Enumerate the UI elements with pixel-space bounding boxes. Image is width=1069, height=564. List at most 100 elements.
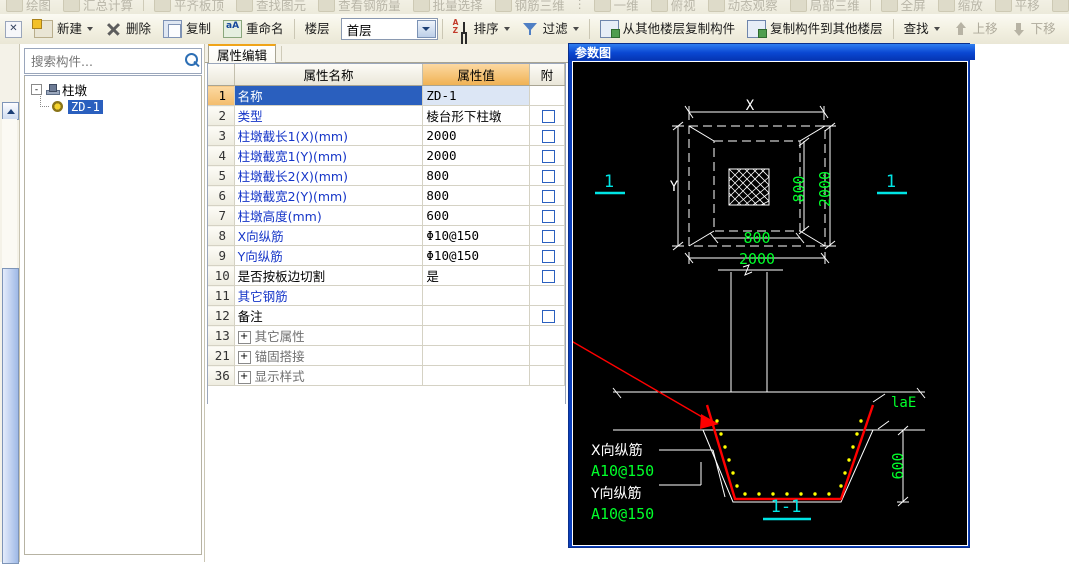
table-row[interactable]: 21 + 锚固搭接 xyxy=(208,345,565,366)
attach-checkbox[interactable] xyxy=(541,230,555,243)
group-expand-icon[interactable]: + xyxy=(237,371,251,384)
attach-cell[interactable] xyxy=(529,365,565,386)
tree-node-pier[interactable]: - 柱墩 xyxy=(25,81,201,98)
attach-checkbox[interactable] xyxy=(541,310,555,323)
row-index-cell[interactable]: 8 xyxy=(208,225,235,246)
toolbar-item-dynamic-observe[interactable]: 动态观察 xyxy=(702,0,784,14)
table-row[interactable]: 36 + 显示样式 xyxy=(208,365,565,386)
property-value-cell[interactable] xyxy=(422,305,530,326)
table-row[interactable]: 11 其它钢筋 xyxy=(208,285,565,306)
search-component-box[interactable] xyxy=(24,48,202,74)
row-index-cell[interactable]: 36 xyxy=(208,365,235,386)
attach-cell[interactable] xyxy=(529,325,565,346)
attach-checkbox[interactable] xyxy=(541,130,555,143)
attach-cell[interactable] xyxy=(529,245,565,266)
rename-component-button[interactable]: 重命名 xyxy=(217,17,290,41)
property-value-cell[interactable]: 800 xyxy=(422,185,530,206)
attach-checkbox[interactable] xyxy=(541,150,555,163)
property-name-cell[interactable]: 柱墩高度(mm) xyxy=(234,205,424,226)
row-index-cell[interactable]: 3 xyxy=(208,125,235,146)
group-expand-icon[interactable]: + xyxy=(237,351,251,364)
diagram-canvas[interactable]: X Y 800 2000 800 2000 1 1 600 laE X向纵筋 A… xyxy=(572,61,968,546)
tree-node-zd1[interactable]: ZD-1 xyxy=(25,96,201,115)
row-index-cell[interactable]: 4 xyxy=(208,145,235,166)
row-index-cell[interactable]: 7 xyxy=(208,205,235,226)
table-row[interactable]: 3 柱墩截长1(X)(mm) 2000 xyxy=(208,125,565,146)
toolbar-item-view-rebar-qty[interactable]: 查看钢筋量 xyxy=(312,0,407,14)
table-row[interactable]: 7 柱墩高度(mm) 600 xyxy=(208,205,565,226)
toolbar-item-screen-rotate[interactable]: 屏幕旋转 xyxy=(1046,0,1069,14)
toolbar-item-draw[interactable]: 绘图 xyxy=(0,0,57,14)
copy-from-other-floor-button[interactable]: 从其他楼层复制构件 xyxy=(594,17,742,41)
attach-cell[interactable] xyxy=(529,145,565,166)
scrollbar-thumb[interactable] xyxy=(2,268,19,564)
col-header-value[interactable]: 属性值 xyxy=(422,64,530,86)
table-row[interactable]: 4 柱墩截宽1(Y)(mm) 2000 xyxy=(208,145,565,166)
property-name-cell[interactable]: + 锚固搭接 xyxy=(234,345,424,366)
attach-checkbox[interactable] xyxy=(541,170,555,183)
col-header-name[interactable]: 属性名称 xyxy=(234,64,424,86)
left-vertical-scrollbar[interactable] xyxy=(0,44,20,564)
property-value-cell[interactable] xyxy=(422,285,530,306)
toolbar-item-top-view[interactable]: 俯视 xyxy=(645,0,702,14)
table-row[interactable]: 8 X向纵筋 Φ10@150 xyxy=(208,225,565,246)
property-name-cell[interactable]: 备注 xyxy=(234,305,424,326)
tree-expander-icon[interactable]: - xyxy=(31,84,42,95)
toolbar-item-batch-select[interactable]: 批量选择 xyxy=(407,0,489,14)
row-index-cell[interactable]: 5 xyxy=(208,165,235,186)
toolbar-item-fullscreen[interactable]: 全屏 xyxy=(875,0,932,14)
row-index-cell[interactable]: 6 xyxy=(208,185,235,206)
property-name-cell[interactable]: + 显示样式 xyxy=(234,365,424,386)
row-index-cell[interactable]: 10 xyxy=(208,265,235,286)
property-value-cell[interactable]: 棱台形下柱墩 xyxy=(422,105,530,126)
attach-cell[interactable] xyxy=(529,165,565,186)
table-row[interactable]: 10 是否按板边切割是 xyxy=(208,265,565,286)
property-name-cell[interactable]: 柱墩截长2(X)(mm) xyxy=(234,165,424,186)
row-index-cell[interactable]: 1 xyxy=(208,85,235,106)
diagram-title-bar[interactable]: 参数图 xyxy=(569,44,975,60)
new-component-button[interactable]: 新建 xyxy=(28,17,99,41)
search-input[interactable] xyxy=(29,50,181,72)
property-value-cell[interactable]: 2000 xyxy=(422,125,530,146)
attach-cell[interactable] xyxy=(529,225,565,246)
attach-cell[interactable] xyxy=(529,305,565,326)
attach-cell[interactable] xyxy=(529,105,565,126)
col-header-attach[interactable]: 附 xyxy=(529,64,565,86)
attach-cell[interactable] xyxy=(529,205,565,226)
search-icon[interactable] xyxy=(181,50,203,72)
property-name-cell[interactable]: Y向纵筋 xyxy=(234,245,424,266)
table-row[interactable]: 2 类型 棱台形下柱墩 xyxy=(208,105,565,126)
property-value-cell[interactable]: Φ10@150 xyxy=(422,225,530,246)
scroll-up-button[interactable] xyxy=(2,102,19,120)
attach-cell[interactable] xyxy=(529,125,565,146)
component-tree[interactable]: - 柱墩 ZD-1 xyxy=(24,75,202,555)
toolbar-item-find-element[interactable]: 查找图元 xyxy=(230,0,312,14)
property-value-cell[interactable]: 2000 xyxy=(422,145,530,166)
attach-cell[interactable] xyxy=(529,265,565,286)
close-panel-button[interactable]: ✕ xyxy=(5,20,22,38)
property-name-cell[interactable]: + 其它属性 xyxy=(234,325,424,346)
col-header-index[interactable] xyxy=(208,64,235,86)
table-row[interactable]: 12 备注 xyxy=(208,305,565,326)
table-row[interactable]: 9 Y向纵筋 Φ10@150 xyxy=(208,245,565,266)
property-name-cell[interactable]: 类型 xyxy=(234,105,424,126)
property-value-cell[interactable] xyxy=(422,365,530,386)
property-name-cell[interactable]: 其它钢筋 xyxy=(234,285,424,306)
toolbar-item-pan[interactable]: 平移 xyxy=(989,0,1046,14)
attach-cell[interactable] xyxy=(529,185,565,206)
copy-component-button[interactable]: 复制 xyxy=(157,17,217,41)
property-value-cell[interactable]: 600 xyxy=(422,205,530,226)
sort-button[interactable]: 排序 xyxy=(447,17,516,41)
attach-checkbox[interactable] xyxy=(541,210,555,223)
table-row[interactable]: 13 + 其它属性 xyxy=(208,325,565,346)
floor-select-chevron[interactable] xyxy=(416,20,436,38)
attach-checkbox[interactable] xyxy=(541,270,555,283)
row-index-cell[interactable]: 11 xyxy=(208,285,235,306)
property-value-cell[interactable]: 是 xyxy=(422,265,530,286)
move-up-button[interactable]: 上移 xyxy=(946,17,1004,41)
attach-cell[interactable] xyxy=(529,285,565,306)
toolbar-item-summary-calc[interactable]: 汇总计算 xyxy=(57,0,139,14)
toolbar-item-align-slab-top[interactable]: 平齐板顶 xyxy=(148,0,230,14)
move-down-button[interactable]: 下移 xyxy=(1004,17,1062,41)
attach-cell[interactable] xyxy=(529,85,565,106)
